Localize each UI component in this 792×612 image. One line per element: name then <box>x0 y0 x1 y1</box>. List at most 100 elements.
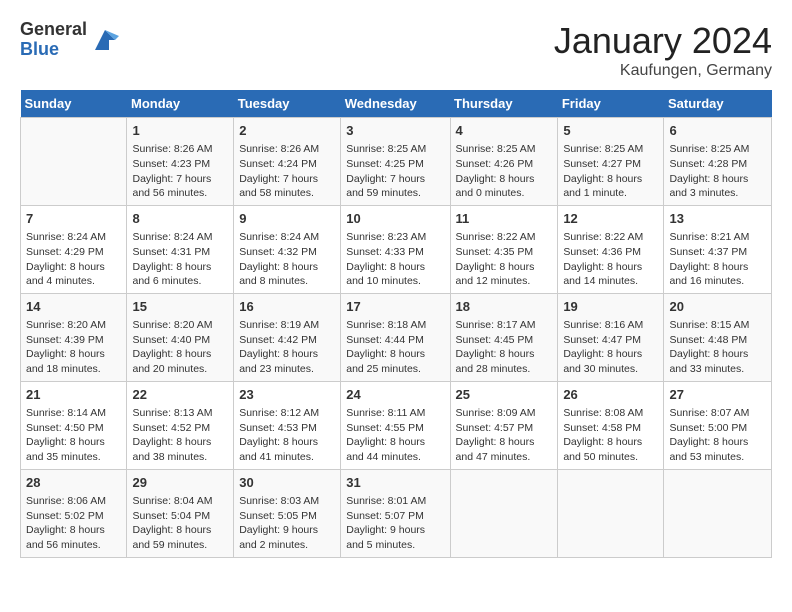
cell-line: Sunrise: 8:26 AM <box>239 143 319 155</box>
cell-line: Sunset: 4:40 PM <box>132 334 210 346</box>
cell-content: Sunrise: 8:01 AMSunset: 5:07 PMDaylight:… <box>346 494 444 553</box>
calendar-cell: 7Sunrise: 8:24 AMSunset: 4:29 PMDaylight… <box>21 205 127 293</box>
cell-line: Daylight: 8 hours <box>132 261 211 273</box>
cell-line: Daylight: 8 hours <box>563 173 642 185</box>
day-number: 2 <box>239 122 335 140</box>
calendar-cell: 14Sunrise: 8:20 AMSunset: 4:39 PMDayligh… <box>21 293 127 381</box>
calendar-cell: 23Sunrise: 8:12 AMSunset: 4:53 PMDayligh… <box>234 381 341 469</box>
cell-line: Sunset: 4:52 PM <box>132 422 210 434</box>
cell-line: and 1 minute. <box>563 187 627 199</box>
cell-line: and 41 minutes. <box>239 451 314 463</box>
cell-content: Sunrise: 8:20 AMSunset: 4:39 PMDaylight:… <box>26 318 121 377</box>
day-number: 20 <box>669 298 766 316</box>
day-number: 19 <box>563 298 658 316</box>
cell-line: Sunrise: 8:13 AM <box>132 407 212 419</box>
calendar-cell: 16Sunrise: 8:19 AMSunset: 4:42 PMDayligh… <box>234 293 341 381</box>
cell-line: Daylight: 8 hours <box>26 348 105 360</box>
day-number: 10 <box>346 210 444 228</box>
cell-line: Sunrise: 8:12 AM <box>239 407 319 419</box>
calendar-cell: 20Sunrise: 8:15 AMSunset: 4:48 PMDayligh… <box>664 293 772 381</box>
cell-line: and 18 minutes. <box>26 363 101 375</box>
cell-line: Daylight: 8 hours <box>26 524 105 536</box>
logo-general-text: General <box>20 20 87 40</box>
calendar-cell: 3Sunrise: 8:25 AMSunset: 4:25 PMDaylight… <box>341 118 450 206</box>
cell-line: Sunset: 4:25 PM <box>346 158 424 170</box>
cell-line: Sunset: 4:33 PM <box>346 246 424 258</box>
cell-line: Sunrise: 8:22 AM <box>563 231 643 243</box>
cell-content: Sunrise: 8:24 AMSunset: 4:29 PMDaylight:… <box>26 230 121 289</box>
cell-line: Daylight: 7 hours <box>239 173 318 185</box>
cell-line: Sunset: 4:53 PM <box>239 422 317 434</box>
cell-line: and 35 minutes. <box>26 451 101 463</box>
cell-line: Daylight: 8 hours <box>456 348 535 360</box>
cell-line: and 56 minutes. <box>26 539 101 551</box>
cell-line: Daylight: 8 hours <box>669 348 748 360</box>
calendar-cell: 12Sunrise: 8:22 AMSunset: 4:36 PMDayligh… <box>558 205 664 293</box>
day-number: 24 <box>346 386 444 404</box>
day-number: 13 <box>669 210 766 228</box>
calendar-cell <box>664 469 772 557</box>
cell-line: and 28 minutes. <box>456 363 531 375</box>
cell-line: Sunrise: 8:20 AM <box>26 319 106 331</box>
cell-line: and 59 minutes. <box>346 187 421 199</box>
cell-line: and 30 minutes. <box>563 363 638 375</box>
cell-line: Sunrise: 8:25 AM <box>563 143 643 155</box>
cell-line: Daylight: 8 hours <box>239 261 318 273</box>
cell-line: Sunrise: 8:25 AM <box>346 143 426 155</box>
cell-line: Sunset: 4:55 PM <box>346 422 424 434</box>
cell-line: Sunset: 4:29 PM <box>26 246 104 258</box>
cell-line: Sunset: 4:44 PM <box>346 334 424 346</box>
cell-line: and 58 minutes. <box>239 187 314 199</box>
cell-line: Sunrise: 8:24 AM <box>26 231 106 243</box>
day-number: 1 <box>132 122 228 140</box>
cell-line: Sunset: 5:02 PM <box>26 510 104 522</box>
cell-line: Sunset: 4:27 PM <box>563 158 641 170</box>
cell-line: and 59 minutes. <box>132 539 207 551</box>
cell-line: and 6 minutes. <box>132 275 201 287</box>
cell-line: Daylight: 9 hours <box>346 524 425 536</box>
logo: General Blue <box>20 20 119 60</box>
calendar-cell: 28Sunrise: 8:06 AMSunset: 5:02 PMDayligh… <box>21 469 127 557</box>
cell-content: Sunrise: 8:25 AMSunset: 4:26 PMDaylight:… <box>456 142 553 201</box>
cell-line: Daylight: 7 hours <box>132 173 211 185</box>
calendar-cell: 19 Sunrise: 8:16 AMSunset: 4:47 PMDayligh… <box>558 293 664 381</box>
cell-line: Daylight: 8 hours <box>669 261 748 273</box>
cell-content: Sunrise: 8:18 AMSunset: 4:44 PMDaylight:… <box>346 318 444 377</box>
cell-line: Daylight: 8 hours <box>132 524 211 536</box>
cell-content: Sunrise: 8:26 AM Sunset: 4:24 PM Daylight:… <box>239 142 335 201</box>
cell-line: and 14 minutes. <box>563 275 638 287</box>
cell-content: Sunrise: 8:17 AMSunset: 4:45 PMDaylight:… <box>456 318 553 377</box>
cell-line: Sunrise: 8:20 AM <box>132 319 212 331</box>
day-number: 12 <box>563 210 658 228</box>
cell-line: Sunset: 5:04 PM <box>132 510 210 522</box>
week-row-4: 21Sunrise: 8:14 AMSunset: 4:50 PMDayligh… <box>21 381 772 469</box>
day-number: 29 <box>132 474 228 492</box>
cell-line: Sunset: 4:24 PM <box>239 158 317 170</box>
cell-line: and 16 minutes. <box>669 275 744 287</box>
calendar-header-row: SundayMondayTuesdayWednesdayThursdayFrid… <box>21 90 772 118</box>
cell-content: Sunrise: 8:25 AMSunset: 4:28 PMDaylight:… <box>669 142 766 201</box>
cell-line: and 4 minutes. <box>26 275 95 287</box>
cell-line: and 47 minutes. <box>456 451 531 463</box>
cell-content: Sunrise: 8:16 AMSunset: 4:47 PMDaylight:… <box>563 318 658 377</box>
calendar-cell: 6Sunrise: 8:25 AMSunset: 4:28 PMDaylight… <box>664 118 772 206</box>
cell-line: and 56 minutes. <box>132 187 207 199</box>
month-title: January 2024 <box>554 20 772 62</box>
cell-line: Sunrise: 8:04 AM <box>132 495 212 507</box>
cell-line: Daylight: 8 hours <box>346 348 425 360</box>
cell-line: Sunrise: 8:19 AM <box>239 319 319 331</box>
cell-line: and 5 minutes. <box>346 539 415 551</box>
cell-line: Daylight: 8 hours <box>563 348 642 360</box>
day-number: 22 <box>132 386 228 404</box>
cell-line: Sunset: 4:48 PM <box>669 334 747 346</box>
cell-line: and 12 minutes. <box>456 275 531 287</box>
cell-line: Daylight: 8 hours <box>456 261 535 273</box>
header-saturday: Saturday <box>664 90 772 118</box>
calendar-cell: 10Sunrise: 8:23 AMSunset: 4:33 PMDayligh… <box>341 205 450 293</box>
page-header: General Blue January 2024 Kaufungen, Ger… <box>20 20 772 80</box>
location-subtitle: Kaufungen, Germany <box>554 62 772 80</box>
cell-line: Sunset: 4:31 PM <box>132 246 210 258</box>
header-sunday: Sunday <box>21 90 127 118</box>
cell-content: Sunrise: 8:12 AMSunset: 4:53 PMDaylight:… <box>239 406 335 465</box>
calendar-cell: 25Sunrise: 8:09 AMSunset: 4:57 PMDayligh… <box>450 381 558 469</box>
